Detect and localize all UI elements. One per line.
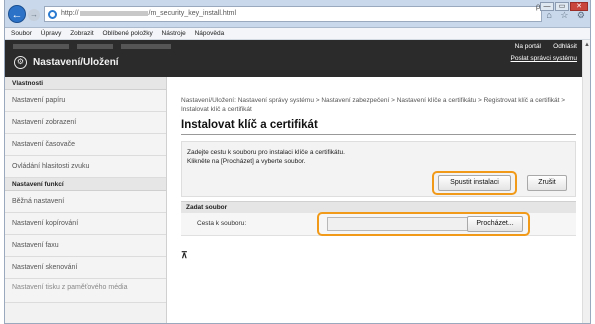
instruction-panel: Zadejte cestu k souboru pro instalaci kl… bbox=[181, 141, 576, 197]
menu-item-file[interactable]: Soubor bbox=[11, 30, 32, 37]
back-arrow-icon[interactable]: ← bbox=[8, 5, 26, 23]
scrollbar[interactable]: ▲ bbox=[582, 40, 590, 323]
browse-button[interactable]: Procházet... bbox=[467, 216, 523, 232]
menu-item-help[interactable]: Nápověda bbox=[195, 30, 225, 37]
redacted-device-info bbox=[13, 44, 171, 49]
maximize-icon[interactable]: ▭ bbox=[555, 2, 569, 11]
sidebar-item-scan[interactable]: Nastavení skenování bbox=[5, 257, 166, 279]
file-path-label: Cesta k souboru: bbox=[197, 220, 247, 227]
file-path-input[interactable] bbox=[327, 217, 472, 231]
close-icon[interactable]: ✕ bbox=[570, 2, 588, 11]
menu-bar: Soubor Úpravy Zobrazit Oblíbené položky … bbox=[5, 28, 590, 40]
settings-logo-icon: ⚙ bbox=[14, 56, 27, 69]
sidebar-section-functions: Nastavení funkcí bbox=[5, 178, 166, 191]
window-controls: — ▭ ✕ bbox=[540, 2, 588, 11]
main-content: Nastavení/Uložení: Nastavení správy syst… bbox=[175, 77, 576, 323]
back-to-top-icon[interactable]: ⊼ bbox=[181, 250, 188, 261]
instruction-line-1: Zadejte cestu k souboru pro instalaci kl… bbox=[187, 149, 345, 156]
start-install-button[interactable]: Spustit instalaci bbox=[438, 175, 511, 191]
browser-icons[interactable]: ⌂ ☆ ⚙ bbox=[546, 10, 588, 21]
sidebar-item-copy[interactable]: Nastavení kopírování bbox=[5, 213, 166, 235]
sidebar-item-volume[interactable]: Ovládání hlasitosti zvuku bbox=[5, 156, 166, 178]
sidebar-item-common[interactable]: Běžná nastavení bbox=[5, 191, 166, 213]
menu-item-view[interactable]: Zobrazit bbox=[70, 30, 93, 37]
portal-link[interactable]: Na portál bbox=[515, 43, 541, 50]
menu-item-edit[interactable]: Úpravy bbox=[41, 30, 62, 37]
address-bar[interactable]: http:// /m_security_key_install.html bbox=[44, 6, 542, 22]
sidebar-section-properties: Vlastnosti bbox=[5, 77, 166, 90]
sidebar-item-fax[interactable]: Nastavení faxu bbox=[5, 235, 166, 257]
browser-toolbar: ← → http:///m_security_key_install.html … bbox=[5, 0, 590, 28]
app-header: ⚙ Nastavení/Uložení Na portál Odhlásit P… bbox=[5, 40, 584, 77]
scroll-up-icon[interactable]: ▲ bbox=[584, 42, 590, 48]
sidebar-item-paper[interactable]: Nastavení papíru bbox=[5, 90, 166, 112]
file-path-row: Cesta k souboru: Procházet... bbox=[181, 212, 576, 236]
browser-window: ← → http:///m_security_key_install.html … bbox=[4, 0, 591, 324]
instruction-line-2: Klikněte na [Procházet] a vyberte soubor… bbox=[187, 158, 306, 165]
app-title: Nastavení/Uložení bbox=[33, 57, 119, 68]
address-prefix: http:// bbox=[61, 10, 79, 17]
cancel-button[interactable]: Zrušit bbox=[527, 175, 567, 191]
title-divider bbox=[181, 134, 576, 135]
sidebar-item-media-print[interactable]: Nastavení tisku z paměťového média bbox=[5, 279, 166, 303]
instruction-text: Zadejte cestu k souboru pro instalaci kl… bbox=[187, 148, 345, 166]
sidebar-item-display[interactable]: Nastavení zobrazení bbox=[5, 112, 166, 134]
mail-admin-link[interactable]: Poslat správci systému bbox=[511, 55, 577, 62]
breadcrumb: Nastavení/Uložení: Nastavení správy syst… bbox=[181, 97, 566, 113]
redacted-host bbox=[79, 10, 148, 16]
sidebar-item-timer[interactable]: Nastavení časovače bbox=[5, 134, 166, 156]
forward-arrow-icon[interactable]: → bbox=[28, 9, 40, 21]
address-suffix: /m_security_key_install.html bbox=[148, 10, 237, 17]
internet-explorer-icon bbox=[48, 10, 57, 19]
logout-link[interactable]: Odhlásit bbox=[553, 43, 577, 50]
menu-item-favorites[interactable]: Oblíbené položky bbox=[102, 30, 152, 37]
minimize-icon[interactable]: — bbox=[540, 2, 554, 11]
sidebar: Vlastnosti Nastavení papíru Nastavení zo… bbox=[5, 77, 167, 323]
menu-item-tools[interactable]: Nástroje bbox=[162, 30, 186, 37]
page-title: Instalovat klíč a certifikát bbox=[181, 119, 318, 131]
